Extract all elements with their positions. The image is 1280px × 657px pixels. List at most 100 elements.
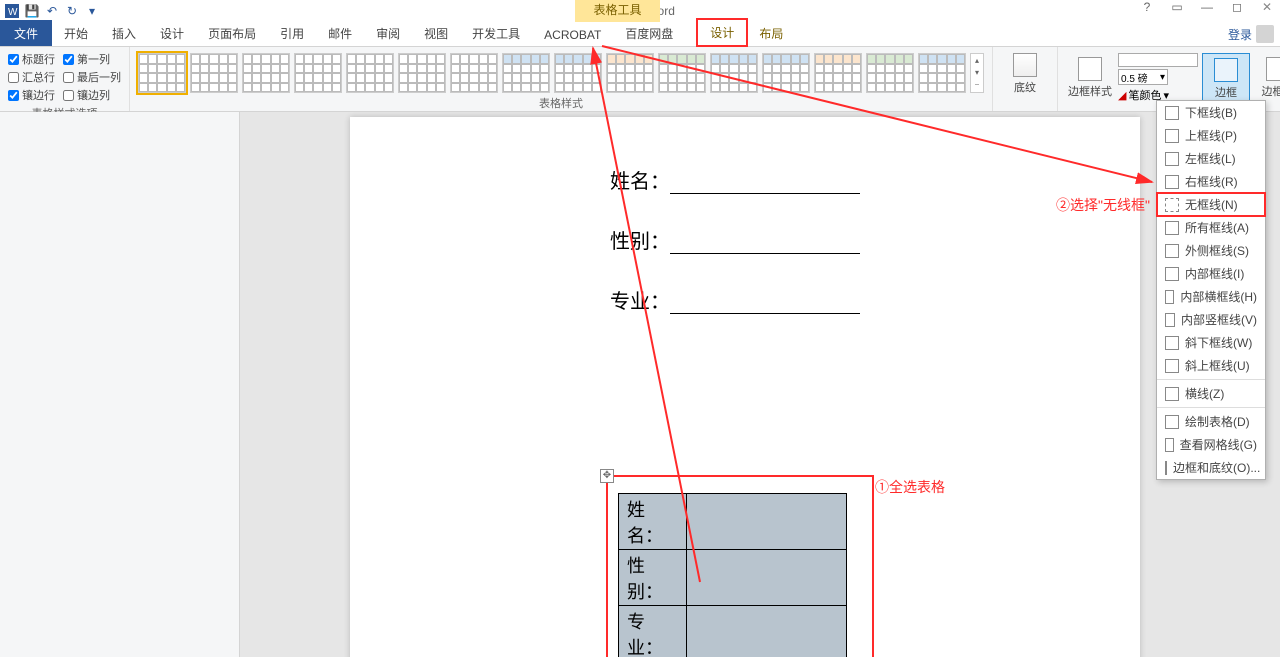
underline [670, 193, 860, 194]
login-label: 登录 [1228, 26, 1252, 43]
table-style[interactable] [762, 53, 810, 93]
cell-major[interactable]: 专业： [619, 606, 687, 657]
border-outside-icon [1165, 244, 1179, 258]
table-style[interactable] [502, 53, 550, 93]
draw-icon [1165, 415, 1179, 429]
tab-review[interactable]: 审阅 [364, 20, 412, 46]
opt-last-col[interactable]: 最后一列 [63, 69, 121, 85]
table-style[interactable] [450, 53, 498, 93]
shading-icon [1013, 53, 1037, 77]
table-style[interactable] [710, 53, 758, 93]
opt-header-row[interactable]: 标题行 [8, 51, 55, 67]
table-move-handle-icon[interactable]: ✥ [600, 469, 614, 483]
tab-references[interactable]: 引用 [268, 20, 316, 46]
border-styles-button[interactable]: 边框样式 [1066, 53, 1114, 103]
paper: 姓名： 性别： 专业： ✥ 姓名： 性别： 专业： ①全选表格 [350, 117, 1140, 657]
table-row: 性别： [619, 550, 847, 606]
border-diag2-icon [1165, 359, 1179, 373]
table-style[interactable] [398, 53, 446, 93]
mi-view-gridlines[interactable]: 查看网格线(G) [1157, 433, 1265, 456]
svg-text:W: W [8, 7, 18, 18]
table-style[interactable] [814, 53, 862, 93]
help-icon[interactable]: ? [1138, 0, 1156, 14]
tab-acrobat[interactable]: ACROBAT [532, 23, 613, 46]
close-icon[interactable]: ✕ [1258, 0, 1276, 14]
tab-table-layout[interactable]: 布局 [747, 20, 795, 46]
cell[interactable] [687, 494, 847, 550]
opt-first-col[interactable]: 第一列 [63, 51, 121, 67]
tab-table-design[interactable]: 设计 [697, 19, 747, 46]
tab-home[interactable]: 开始 [52, 20, 100, 46]
mi-inside-borders[interactable]: 内部框线(I) [1157, 262, 1265, 285]
undo-icon[interactable]: ↶ [44, 3, 60, 19]
table-row: 专业： [619, 606, 847, 657]
shading-button[interactable]: 底纹 [1001, 49, 1049, 99]
opt-total-row[interactable]: 汇总行 [8, 69, 55, 85]
cell[interactable] [687, 606, 847, 657]
tab-developer[interactable]: 开发工具 [460, 20, 532, 46]
tab-mailings[interactable]: 邮件 [316, 20, 364, 46]
redo-icon[interactable]: ↻ [64, 3, 80, 19]
page-surface[interactable]: 姓名： 性别： 专业： ✥ 姓名： 性别： 专业： ①全选表格 [240, 112, 1280, 657]
qat-customize-icon[interactable]: ▾ [84, 3, 100, 19]
restore-icon[interactable]: ◻ [1228, 0, 1246, 14]
border-width-select[interactable]: 0.5 磅▾ [1118, 69, 1168, 85]
grid-icon [1165, 438, 1174, 452]
line-style-preview[interactable] [1118, 53, 1198, 67]
border-none-icon [1165, 198, 1179, 212]
mi-inside-h-border[interactable]: 内部横框线(H) [1157, 285, 1265, 308]
mi-hline[interactable]: 横线(Z) [1157, 382, 1265, 405]
table-style[interactable] [866, 53, 914, 93]
tab-file[interactable]: 文件 [0, 20, 52, 46]
cell[interactable] [687, 550, 847, 606]
table-style[interactable] [346, 53, 394, 93]
mi-right-border[interactable]: 右框线(R) [1157, 170, 1265, 193]
opt-banded-col[interactable]: 镶边列 [63, 87, 121, 103]
mi-diag-down[interactable]: 斜下框线(W) [1157, 331, 1265, 354]
tab-insert[interactable]: 插入 [100, 20, 148, 46]
mi-diag-up[interactable]: 斜上框线(U) [1157, 354, 1265, 377]
table-row: 姓名： [619, 494, 847, 550]
mi-borders-dialog[interactable]: 边框和底纹(O)... [1157, 456, 1265, 479]
borders-button[interactable]: 边框 [1202, 53, 1250, 105]
table-styles-gallery[interactable]: ▴▾⎯ [138, 49, 984, 93]
ribbon-tabs: 文件 开始 插入 设计 页面布局 引用 邮件 审阅 视图 开发工具 ACROBA… [0, 22, 1280, 47]
save-icon[interactable]: 💾 [24, 3, 40, 19]
mi-outside-borders[interactable]: 外侧框线(S) [1157, 239, 1265, 262]
mi-bottom-border[interactable]: 下框线(B) [1157, 101, 1265, 124]
opt-banded-row[interactable]: 镶边行 [8, 87, 55, 103]
group-label-table-styles: 表格样式 [138, 93, 984, 113]
selected-table[interactable]: 姓名： 性别： 专业： [618, 493, 847, 657]
login-link[interactable]: 登录 [1228, 25, 1274, 43]
navigation-pane [0, 112, 240, 657]
table-style[interactable] [190, 53, 238, 93]
ribbon: 标题行 第一列 汇总行 最后一列 镶边行 镶边列 表格样式选项 [0, 47, 1280, 112]
mi-all-borders[interactable]: 所有框线(A) [1157, 216, 1265, 239]
selected-table-wrap: ✥ 姓名： 性别： 专业： [608, 477, 872, 657]
table-style-1[interactable] [138, 53, 186, 93]
mi-no-border[interactable]: 无框线(N) [1157, 193, 1265, 216]
tab-design[interactable]: 设计 [148, 20, 196, 46]
table-style[interactable] [918, 53, 966, 93]
minimize-icon[interactable]: — [1198, 0, 1216, 14]
tab-baidu[interactable]: 百度网盘 [613, 20, 685, 46]
mi-draw-table[interactable]: 绘制表格(D) [1157, 410, 1265, 433]
table-style[interactable] [554, 53, 602, 93]
mi-left-border[interactable]: 左框线(L) [1157, 147, 1265, 170]
table-style[interactable] [606, 53, 654, 93]
gallery-more-icon[interactable]: ▴▾⎯ [970, 53, 984, 93]
underline [670, 313, 860, 314]
tab-page-layout[interactable]: 页面布局 [196, 20, 268, 46]
cell-name[interactable]: 姓名： [619, 494, 687, 550]
mi-inside-v-border[interactable]: 内部竖框线(V) [1157, 308, 1265, 331]
table-style[interactable] [242, 53, 290, 93]
ribbon-options-icon[interactable]: ▭ [1168, 0, 1186, 14]
table-style[interactable] [658, 53, 706, 93]
border-bottom-icon [1165, 106, 1179, 120]
tab-view[interactable]: 视图 [412, 20, 460, 46]
cell-gender[interactable]: 性别： [619, 550, 687, 606]
table-style[interactable] [294, 53, 342, 93]
border-painter-button[interactable]: 边框刷 [1254, 53, 1280, 103]
mi-top-border[interactable]: 上框线(P) [1157, 124, 1265, 147]
context-tab-group: 表格工具 [575, 0, 660, 22]
